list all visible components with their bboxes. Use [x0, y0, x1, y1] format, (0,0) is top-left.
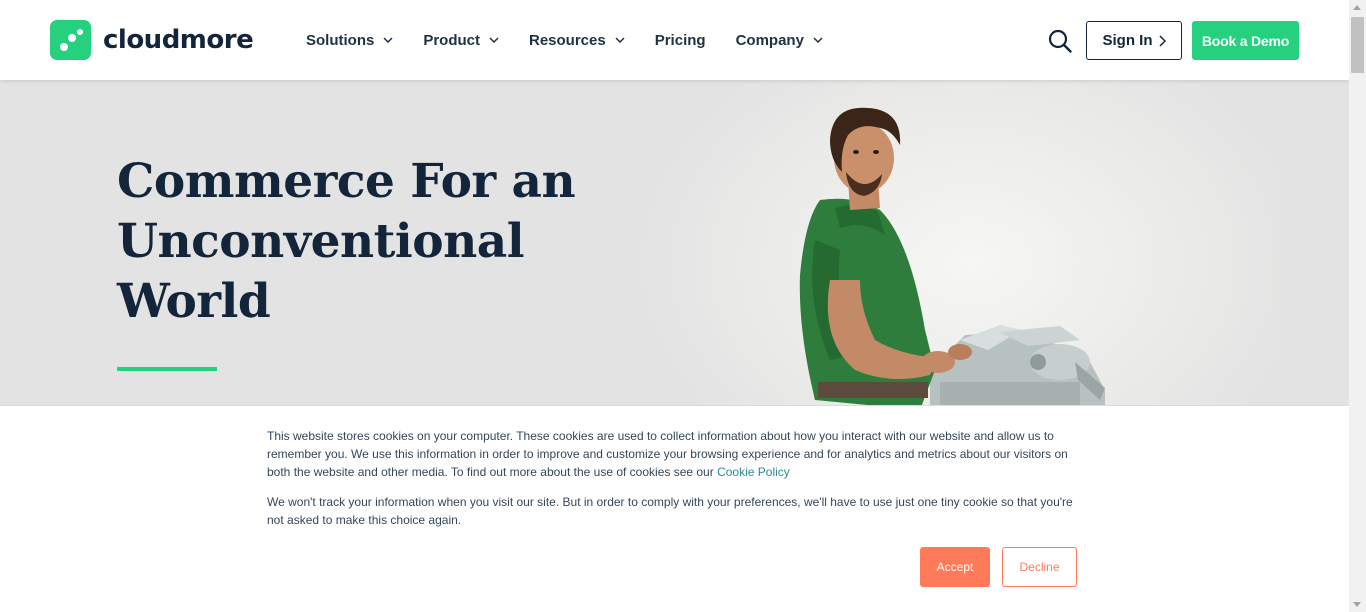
cookie-policy-link[interactable]: Cookie Policy [717, 465, 790, 479]
nav-item-product[interactable]: Product [423, 32, 499, 49]
chevron-down-icon [615, 37, 625, 43]
chevron-down-icon [489, 37, 499, 43]
nav-label: Solutions [306, 31, 375, 49]
chevron-down-icon [383, 37, 393, 43]
nav-item-pricing[interactable]: Pricing [655, 32, 706, 49]
hero-title-line: Unconventional [117, 214, 525, 269]
hero-title-line: World [117, 274, 271, 329]
sign-in-label: Sign In [1102, 32, 1153, 49]
hero-title: Commerce For an Unconventional World [117, 152, 617, 332]
nav-item-solutions[interactable]: Solutions [306, 32, 393, 49]
cookie-banner: This website stores cookies on your comp… [0, 405, 1349, 612]
nav-label: Resources [529, 31, 606, 49]
sign-in-button[interactable]: Sign In [1086, 21, 1182, 60]
scroll-down-icon[interactable] [1353, 602, 1361, 607]
hero-title-line: Commerce For an [117, 154, 576, 209]
accept-button[interactable]: Accept [920, 547, 990, 587]
logo-mark-icon [50, 20, 91, 60]
site-header: cloudmore Solutions Product Resources Pr… [0, 0, 1349, 80]
chevron-right-icon [1158, 34, 1166, 47]
cookie-text: This website stores cookies on your comp… [267, 427, 1079, 481]
page-scrollbar[interactable] [1349, 0, 1366, 612]
cookie-preferences-text: We won't track your information when you… [267, 495, 1073, 527]
search-icon[interactable] [1047, 28, 1073, 54]
hero-section: Commerce For an Unconventional World [0, 80, 1349, 406]
nav-label: Product [423, 31, 480, 49]
nav-item-company[interactable]: Company [736, 32, 823, 49]
hero-image [799, 107, 1105, 406]
scroll-up-icon[interactable] [1353, 5, 1361, 10]
nav-item-resources[interactable]: Resources [529, 32, 625, 49]
decline-button[interactable]: Decline [1002, 547, 1077, 587]
book-demo-button[interactable]: Book a Demo [1192, 21, 1299, 60]
logo-text: cloudmore [103, 25, 254, 55]
cloudmore-logo[interactable]: cloudmore [50, 20, 254, 60]
nav-label: Company [735, 31, 804, 49]
nav-label: Pricing [654, 31, 706, 49]
hero-accent-line [117, 367, 217, 371]
cookie-text-body: This website stores cookies on your comp… [267, 429, 1068, 479]
chevron-down-icon [813, 37, 823, 43]
main-nav: Solutions Product Resources Pricing Comp… [306, 0, 853, 80]
scroll-thumb[interactable] [1351, 17, 1364, 73]
